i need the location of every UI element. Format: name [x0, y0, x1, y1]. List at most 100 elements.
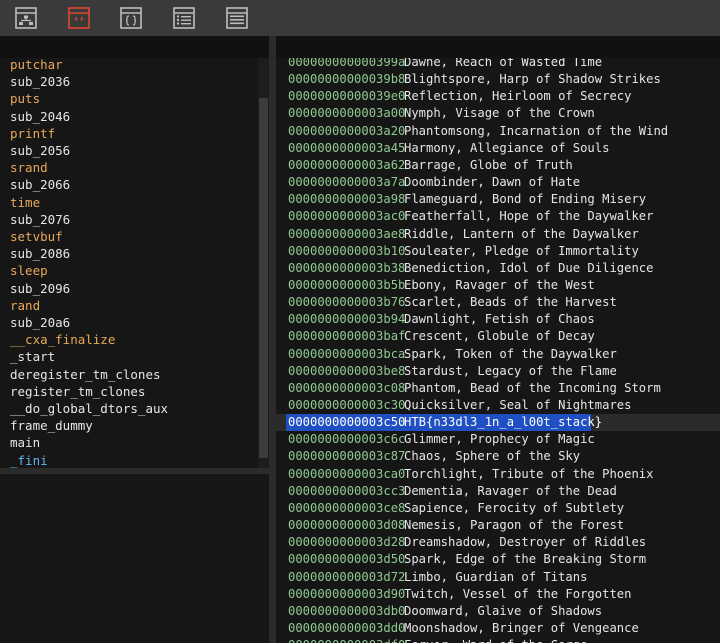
- string-row[interactable]: 0000000000003dd0 Moonshadow, Bringer of V…: [276, 620, 720, 637]
- string-address: 0000000000003d08: [288, 518, 406, 533]
- string-address: 0000000000003d90: [288, 586, 406, 601]
- left-bottom-panel: [0, 474, 269, 643]
- string-value: Quicksilver, Seal of Nightmares: [404, 398, 632, 412]
- function-filter-input[interactable]: [0, 36, 269, 59]
- function-graph-icon[interactable]: [15, 7, 37, 29]
- string-address: 0000000000003df0: [288, 637, 405, 643]
- string-row[interactable]: 0000000000003a62 Barrage, Globe of Truth: [276, 157, 720, 174]
- string-address: 0000000000003be8: [288, 363, 406, 378]
- string-address: 0000000000003ca0: [288, 466, 406, 481]
- string-row[interactable]: 0000000000003d50 Spark, Edge of the Break…: [276, 551, 720, 568]
- string-value: Barrage, Globe of Truth: [404, 157, 573, 172]
- string-row[interactable]: 0000000000003c30 Quicksilver, Seal of Nig…: [276, 397, 720, 414]
- string-row[interactable]: 0000000000003cc3 Dementia, Ravager of the…: [276, 483, 720, 500]
- string-value: Souleater, Pledge of Immortality: [404, 243, 639, 258]
- string-value: Dawne, Reach of Wasted Time: [404, 58, 603, 69]
- string-address: 00000000000039b8: [288, 72, 406, 87]
- string-row[interactable]: 0000000000003db0 Doomward, Glaive of Shad…: [276, 603, 720, 620]
- string-row[interactable]: 0000000000003d28 Dreamshadow, Destroyer o…: [276, 534, 720, 551]
- string-value: Flameguard, Bond of Ending Misery: [404, 192, 647, 207]
- string-row[interactable]: 0000000000003baf Crescent, Globule of Dec…: [276, 328, 720, 345]
- string-address: 00000000000039e0: [288, 89, 406, 104]
- function-item[interactable]: _start: [10, 348, 55, 365]
- string-address: 0000000000003a20: [288, 123, 406, 138]
- strings-filter-input[interactable]: [276, 36, 720, 59]
- string-row[interactable]: 00000000000039e0 Reflection, Heirloom of …: [276, 88, 720, 105]
- function-item[interactable]: sub_2046: [10, 108, 70, 125]
- string-value: Crescent, Globule of Decay: [404, 329, 595, 344]
- function-item[interactable]: sub_2096: [10, 280, 70, 297]
- function-list-scrollbar[interactable]: [258, 58, 269, 468]
- function-item[interactable]: rand: [10, 297, 40, 314]
- string-value: Phantom, Bead of the Incoming Storm: [404, 380, 661, 395]
- function-item[interactable]: __cxa_finalize: [10, 331, 115, 348]
- function-item[interactable]: putchar: [10, 58, 63, 73]
- string-row[interactable]: 0000000000003bca Spark, Token of the Dayw…: [276, 346, 720, 363]
- string-row[interactable]: 0000000000003df0Fervor, Ward of the Gorg…: [276, 637, 720, 643]
- function-item[interactable]: sub_2036: [10, 73, 70, 90]
- function-item[interactable]: printf: [10, 125, 55, 142]
- function-item[interactable]: main: [10, 434, 40, 451]
- function-item[interactable]: puts: [10, 90, 40, 107]
- function-item[interactable]: _fini: [10, 452, 48, 468]
- string-value: Phantomsong, Incarnation of the Wind: [404, 123, 669, 138]
- string-row[interactable]: 0000000000003ca0 Torchlight, Tribute of t…: [276, 466, 720, 483]
- function-item[interactable]: time: [10, 194, 40, 211]
- string-row[interactable]: 0000000000003d08 Nemesis, Paragon of the …: [276, 517, 720, 534]
- string-row[interactable]: 0000000000003b5b Ebony, Ravager of the We…: [276, 277, 720, 294]
- function-item[interactable]: sub_2066: [10, 176, 70, 193]
- scrollbar-thumb[interactable]: [259, 98, 268, 458]
- string-address: 0000000000003b94: [288, 312, 406, 327]
- string-row[interactable]: 0000000000003d72 Limbo, Guardian of Titan…: [276, 569, 720, 586]
- string-value: Nemesis, Paragon of the Forest: [404, 518, 625, 533]
- function-item[interactable]: sub_2056: [10, 142, 70, 159]
- string-row[interactable]: 0000000000003b94 Dawnlight, Fetish of Cha…: [276, 311, 720, 328]
- string-row[interactable]: 0000000000003c6c Glimmer, Prophecy of Mag…: [276, 431, 720, 448]
- table-view-icon[interactable]: [226, 7, 248, 29]
- strings-icon[interactable]: [68, 7, 90, 29]
- string-row[interactable]: 0000000000003a45 Harmony, Allegiance of S…: [276, 140, 720, 157]
- string-row[interactable]: 000000000000399a Dawne, Reach of Wasted T…: [276, 58, 720, 71]
- list-view-icon[interactable]: [173, 7, 195, 29]
- function-item[interactable]: setvbuf: [10, 228, 63, 245]
- string-address: 0000000000003c6c: [288, 432, 406, 447]
- string-row[interactable]: 00000000000039b8 Blightspore, Harp of Sha…: [276, 71, 720, 88]
- string-row[interactable]: 0000000000003b76 Scarlet, Beads of the Ha…: [276, 294, 720, 311]
- function-item[interactable]: sub_2076: [10, 211, 70, 228]
- string-row[interactable]: 0000000000003a00 Nymph, Visage of the Cro…: [276, 105, 720, 122]
- function-item[interactable]: deregister_tm_clones: [10, 366, 161, 383]
- string-address: 0000000000003db0: [288, 603, 406, 618]
- string-row[interactable]: 0000000000003a7a Doombinder, Dawn of Hate: [276, 174, 720, 191]
- function-item[interactable]: frame_dummy: [10, 417, 93, 434]
- string-row[interactable]: 0000000000003be8 Stardust, Legacy of the …: [276, 363, 720, 380]
- string-row-selected[interactable]: 0000000000003c50 HTB{n33dl3_1n_a_l00t_sta…: [276, 414, 720, 432]
- string-row[interactable]: 0000000000003ce8 Sapience, Ferocity of Su…: [276, 500, 720, 517]
- pane-splitter[interactable]: [269, 36, 276, 643]
- function-item[interactable]: sub_2086: [10, 245, 70, 262]
- string-value: Featherfall, Hope of the Daywalker: [404, 209, 654, 224]
- string-row[interactable]: 0000000000003b38 Benediction, Idol of Due…: [276, 260, 720, 277]
- function-item[interactable]: sub_20a6: [10, 314, 70, 331]
- string-row[interactable]: 0000000000003c08 Phantom, Bead of the Inc…: [276, 380, 720, 397]
- string-address: 0000000000003a00: [288, 106, 406, 121]
- function-item[interactable]: register_tm_clones: [10, 383, 145, 400]
- string-address: 0000000000003ac0: [288, 209, 406, 224]
- string-row[interactable]: 0000000000003d90 Twitch, Vessel of the Fo…: [276, 586, 720, 603]
- string-row[interactable]: 0000000000003ae8 Riddle, Lantern of the D…: [276, 226, 720, 243]
- string-value: Sapience, Ferocity of Subtlety: [404, 500, 625, 515]
- string-row[interactable]: 0000000000003ac0 Featherfall, Hope of the…: [276, 208, 720, 225]
- string-row[interactable]: 0000000000003b10 Souleater, Pledge of Imm…: [276, 243, 720, 260]
- function-item[interactable]: __do_global_dtors_aux: [10, 400, 168, 417]
- string-row[interactable]: 0000000000003a20 Phantomsong, Incarnation…: [276, 123, 720, 140]
- string-value: Scarlet, Beads of the Harvest: [404, 295, 617, 310]
- string-value: Limbo, Guardian of Titans: [404, 569, 588, 584]
- function-item[interactable]: sleep: [10, 262, 48, 279]
- string-address: 0000000000003bca: [288, 346, 406, 361]
- string-row[interactable]: 0000000000003c87 Chaos, Sphere of the Sky: [276, 448, 720, 465]
- code-braces-icon[interactable]: [120, 7, 142, 29]
- function-item[interactable]: srand: [10, 159, 48, 176]
- string-address: 0000000000003b5b: [288, 277, 406, 292]
- string-value: Riddle, Lantern of the Daywalker: [404, 226, 639, 241]
- string-row[interactable]: 0000000000003a98 Flameguard, Bond of Endi…: [276, 191, 720, 208]
- string-address: 0000000000003a62: [288, 157, 406, 172]
